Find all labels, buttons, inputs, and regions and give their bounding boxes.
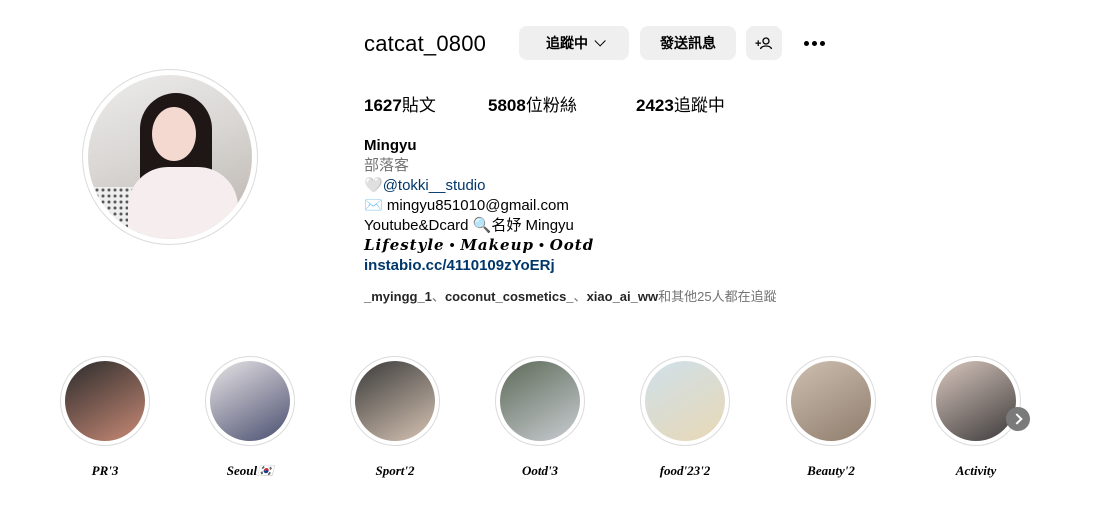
stat-followers[interactable]: 5808位粉絲 <box>488 91 577 116</box>
followed-by[interactable]: _myingg_1、coconut_cosmetics_、xiao_ai_ww和… <box>364 286 777 305</box>
avatar-body <box>128 167 238 239</box>
highlight-label: Beauty'2 <box>807 463 855 478</box>
highlight-thumbnail <box>936 361 1016 441</box>
heart-emoji: 🤍 <box>364 177 383 194</box>
following-button-label: 追蹤中 <box>546 35 588 51</box>
following-label: 追蹤中 <box>673 96 725 115</box>
highlight-label: Sport'2 <box>375 463 415 478</box>
highlight-thumbnail <box>791 361 871 441</box>
profile-name: Mingyu <box>364 137 417 154</box>
highlight-thumbnail <box>65 361 145 441</box>
highlight-item[interactable]: Seoul🇰🇷 <box>205 356 295 479</box>
highlight-item[interactable]: PR'3 <box>60 356 150 479</box>
bio-line-tag: 🤍@tokki__studio <box>364 176 594 196</box>
highlight-label: Activity <box>955 463 997 478</box>
more-options-icon[interactable] <box>800 30 828 56</box>
highlight-item[interactable]: Sport'2 <box>350 356 440 479</box>
bio: Mingyu 部落客 🤍@tokki__studio ✉️ mingyu8510… <box>364 136 594 276</box>
followed-by-suffix: 和其他25人都在追蹤 <box>658 289 777 304</box>
highlight-item[interactable]: Ootd'3 <box>495 356 585 479</box>
highlights-next-icon[interactable] <box>1006 407 1030 431</box>
followed-by-user-1[interactable]: _myingg_1 <box>364 289 432 304</box>
followed-by-user-2[interactable]: coconut_cosmetics_ <box>445 289 574 304</box>
highlight-ring <box>786 356 876 446</box>
highlight-label: food'23'2 <box>659 463 711 478</box>
posts-label: 貼文 <box>401 96 436 115</box>
highlight-thumbnail <box>645 361 725 441</box>
bio-mention-link[interactable]: @tokki__studio <box>383 177 486 194</box>
followers-count: 5808 <box>488 96 526 115</box>
posts-count: 1627 <box>364 96 402 115</box>
highlight-ring <box>931 356 1021 446</box>
stat-following[interactable]: 2423追蹤中 <box>636 91 725 116</box>
highlight-thumbnail <box>500 361 580 441</box>
highlight-label: PR'3 <box>91 463 119 478</box>
bio-line-lifestyle: 𝑳𝒊𝒇𝒆𝒔𝒕𝒚𝒍𝒆 • 𝑴𝒂𝒌𝒆𝒖𝒑 • 𝑶𝒐𝒕𝒅 <box>364 238 595 254</box>
message-button-label: 發送訊息 <box>660 35 716 51</box>
following-button[interactable]: 追蹤中 <box>519 26 629 60</box>
profile-avatar-ring[interactable] <box>82 69 258 245</box>
highlight-ring <box>205 356 295 446</box>
suggested-users-button[interactable]: + <box>746 26 782 60</box>
followed-by-user-3[interactable]: xiao_ai_ww <box>587 289 659 304</box>
avatar-face <box>152 107 196 161</box>
bio-line-email: ✉️ mingyu851010@gmail.com <box>364 197 569 214</box>
avatar[interactable] <box>88 75 252 239</box>
highlight-ring <box>640 356 730 446</box>
highlight-item[interactable]: Beauty'2 <box>786 356 876 479</box>
highlight-thumbnail <box>210 361 290 441</box>
chevron-down-icon <box>594 35 606 47</box>
highlight-thumbnail <box>355 361 435 441</box>
bio-line-youtube: Youtube&Dcard 🔍名妤 Mingyu <box>364 217 574 234</box>
stat-posts: 1627貼文 <box>364 91 436 116</box>
highlight-label: Ootd'3 <box>521 463 559 478</box>
bio-external-link[interactable]: instabio.cc/4110109zYoERj <box>364 256 594 276</box>
followed-by-sep-2: 、 <box>573 289 587 304</box>
following-count: 2423 <box>636 96 674 115</box>
highlight-ring <box>495 356 585 446</box>
highlight-ring <box>350 356 440 446</box>
profile-category: 部落客 <box>364 157 410 174</box>
add-person-icon: + <box>755 37 773 50</box>
profile-username: catcat_0800 <box>364 31 487 56</box>
followers-label: 位粉絲 <box>525 96 577 115</box>
message-button[interactable]: 發送訊息 <box>640 26 736 60</box>
highlight-item[interactable]: food'23'2 <box>640 356 730 479</box>
followed-by-sep-1: 、 <box>431 289 445 304</box>
highlight-ring <box>60 356 150 446</box>
highlight-label: Seoul🇰🇷 <box>226 463 274 478</box>
